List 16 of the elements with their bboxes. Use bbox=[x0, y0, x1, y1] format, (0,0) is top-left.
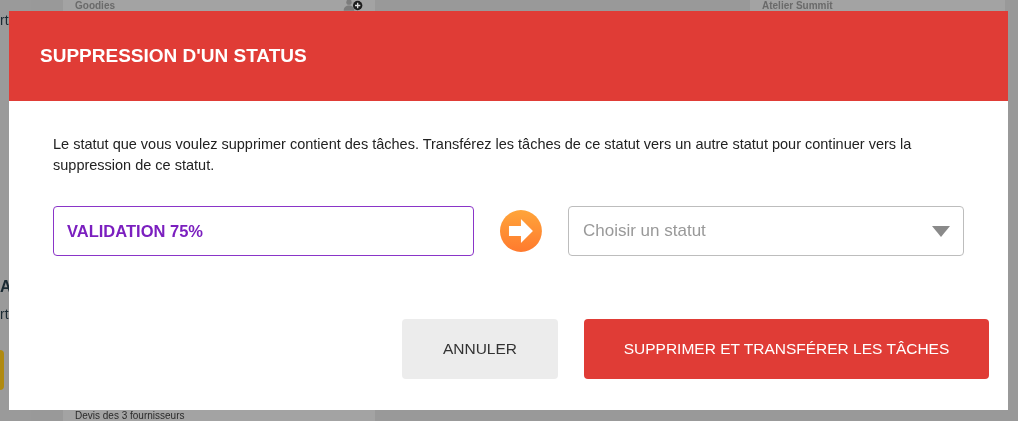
cancel-button[interactable]: ANNULER bbox=[402, 319, 558, 379]
arrow-right-icon bbox=[499, 209, 543, 253]
dialog-message: Le statut que vous voulez supprimer contient des tâches. Transférez les tâches de ce statut vers un autre statut pour continuer vers la suppression de ce statut. bbox=[53, 135, 913, 175]
source-status-field[interactable]: VALIDATION 75% bbox=[53, 206, 475, 256]
card-text-fragment: rt bbox=[0, 306, 9, 322]
caret-icon bbox=[932, 226, 950, 237]
delete-transfer-button[interactable]: SUPPRIMER ET TRANSFÉRER LES TÂCHES bbox=[584, 319, 989, 379]
card-title: Devis des 3 fournisseurs bbox=[75, 410, 185, 421]
dialog-title: SUPPRESSION D'UN STATUS bbox=[40, 45, 307, 67]
target-status-select[interactable]: Choisir un statut bbox=[568, 206, 964, 256]
card-title: Atelier Summit bbox=[762, 0, 833, 11]
card-title: Goodies bbox=[75, 0, 115, 11]
card-edge bbox=[0, 350, 4, 390]
add-user-icon[interactable] bbox=[343, 0, 363, 11]
card-text-fragment: rt bbox=[0, 12, 9, 28]
task-card[interactable]: Devis des 3 fournisseurs bbox=[63, 410, 375, 421]
